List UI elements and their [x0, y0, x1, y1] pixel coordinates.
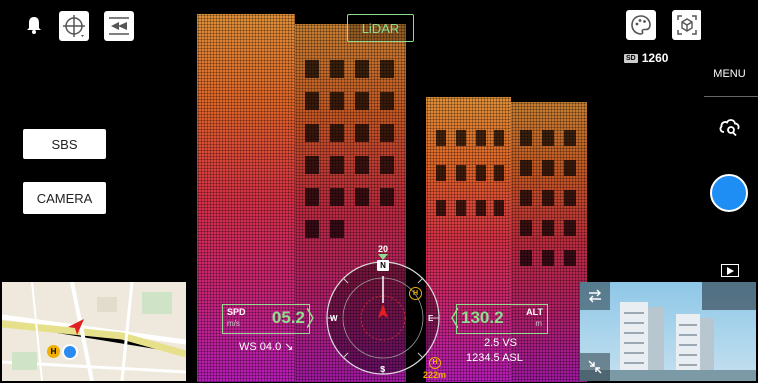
speed-pointer-icon [307, 307, 314, 329]
palette-icon [631, 15, 651, 35]
camera-button[interactable]: CAMERA [23, 182, 106, 214]
speed-value: 05.2 [271, 308, 305, 327]
minimap-roads [2, 282, 186, 381]
heading-value: 20 [377, 244, 388, 254]
sd-card-count: 1260 [641, 51, 669, 65]
shrink-icon [588, 360, 602, 374]
vertical-speed: 2.5 VS [484, 337, 518, 349]
preview-corner-shade [702, 282, 756, 310]
sd-card-status: SD 1260 [624, 51, 668, 65]
compass-west: W [330, 314, 338, 323]
altitude-asl: 1234.5 ASL [466, 352, 523, 364]
cloud-button[interactable] [717, 113, 743, 139]
speed-label: SPD [227, 307, 246, 317]
gimbal-button[interactable] [59, 11, 89, 41]
cube-view-button[interactable] [672, 10, 702, 40]
panel-divider [704, 96, 758, 97]
speed-indicator: SPD m/s 05.2 [222, 304, 310, 334]
minimap[interactable]: H [2, 282, 186, 381]
altitude-unit: m [535, 319, 542, 328]
altitude-value: 130.2 [461, 308, 504, 327]
flight-mode-icon [109, 17, 129, 35]
compass-east: E [428, 314, 434, 323]
camera-preview[interactable] [580, 282, 756, 381]
minimize-view-button[interactable] [580, 353, 610, 381]
flight-mode-button[interactable] [104, 11, 134, 41]
cube-icon [677, 15, 697, 35]
shutter-button[interactable] [710, 174, 748, 212]
lidar-mode-chip[interactable]: LiDAR [347, 14, 414, 42]
sbs-button[interactable]: SBS [23, 129, 106, 159]
cloud-search-icon [719, 119, 740, 137]
home-distance: 222m [423, 370, 447, 380]
play-icon [727, 266, 734, 275]
home-point-marker: H [47, 345, 60, 358]
sd-card-icon: SD [624, 53, 638, 63]
swap-icon [589, 289, 601, 303]
aircraft-map-icon [68, 319, 84, 335]
home-distance-marker: H [429, 357, 441, 369]
swap-view-button[interactable] [580, 282, 610, 310]
compass-south: S [380, 365, 386, 374]
altitude-indicator: 130.2 ALT m [456, 304, 548, 334]
wind-speed: WS 04.0 ↘ [239, 341, 294, 353]
speed-unit: m/s [227, 319, 240, 328]
compass-home-marker: H [409, 287, 422, 300]
compass-north: N [377, 260, 389, 271]
user-location-dot [62, 344, 78, 360]
menu-button[interactable]: MENU [701, 68, 758, 80]
bell-button[interactable] [24, 14, 44, 36]
palette-button[interactable] [626, 10, 656, 40]
right-control-panel: MENU [701, 0, 758, 290]
playback-button[interactable] [721, 264, 739, 277]
gimbal-icon [63, 15, 85, 37]
altitude-label: ALT [526, 307, 543, 317]
compass-rose [326, 261, 440, 375]
bell-icon [27, 17, 41, 34]
